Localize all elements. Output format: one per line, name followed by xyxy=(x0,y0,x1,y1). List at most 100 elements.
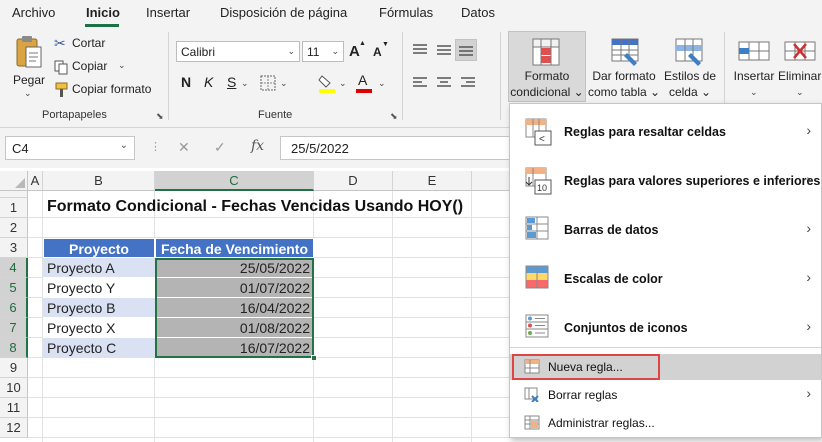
copy-chevron-icon[interactable]: ⌄ xyxy=(118,60,126,71)
menu-item-color-scales[interactable]: Escalas de color › xyxy=(510,255,821,302)
clipboard-group-label: Portapapeles xyxy=(42,109,107,121)
copy-button[interactable]: Copiar ⌄ xyxy=(54,59,134,77)
tab-datos[interactable]: Datos xyxy=(461,5,495,20)
menu-item-top-bottom-rules[interactable]: 10 Reglas para valores superiores e infe… xyxy=(510,157,821,204)
fill-handle[interactable] xyxy=(311,355,317,361)
column-header-c[interactable]: C xyxy=(155,171,314,191)
row-header-10[interactable]: 10 xyxy=(0,378,28,398)
insert-function-icon[interactable]: fx xyxy=(251,138,264,154)
align-right-icon[interactable] xyxy=(460,76,476,90)
conditional-formatting-menu: < Reglas para resaltar celdas › 10 Regla… xyxy=(509,103,822,438)
row-header-4[interactable]: 4 xyxy=(0,258,28,278)
format-as-table-button[interactable]: Dar formato como tabla ⌄ xyxy=(588,32,660,102)
align-bottom-button[interactable] xyxy=(455,39,477,61)
underline-button[interactable]: S xyxy=(227,74,236,90)
insert-cells-button[interactable]: Insertar ⌄ xyxy=(730,32,778,102)
clipboard-launcher-icon[interactable]: ⬊ xyxy=(156,111,164,122)
row-header-12[interactable]: 12 xyxy=(0,418,28,438)
menu-item-clear-rules[interactable]: Borrar reglas › xyxy=(510,382,821,408)
tab-archivo[interactable]: Archivo xyxy=(12,5,55,20)
table-header-due-date[interactable]: Fecha de Vencimiento xyxy=(155,238,314,258)
row-header-5[interactable]: 5 xyxy=(0,278,28,298)
align-middle-icon[interactable] xyxy=(436,43,452,57)
table-cell-project[interactable]: Proyecto B xyxy=(43,298,155,318)
borders-icon[interactable] xyxy=(260,75,276,91)
menu-item-icon-sets-label: Conjuntos de iconos xyxy=(564,321,688,335)
align-top-icon[interactable] xyxy=(412,43,428,57)
column-header-e[interactable]: E xyxy=(393,171,472,191)
table-cell-project[interactable]: Proyecto X xyxy=(43,318,155,338)
row-header-2[interactable]: 2 xyxy=(0,218,28,238)
bold-button[interactable]: N xyxy=(181,74,191,90)
select-all-corner[interactable] xyxy=(0,171,28,191)
row-header-8[interactable]: 8 xyxy=(0,338,28,358)
menu-item-color-scales-label: Escalas de color xyxy=(564,272,663,286)
cell-styles-label-2: celda ⌄ xyxy=(668,85,712,99)
row-header-3[interactable]: 3 xyxy=(0,238,28,258)
row-header-7[interactable]: 7 xyxy=(0,318,28,338)
align-left-icon[interactable] xyxy=(412,76,428,90)
font-name-chevron-icon: ⌄ xyxy=(287,46,295,56)
conditional-formatting-label-2: condicional ⌄ xyxy=(510,85,584,99)
menu-item-manage-rules-label: Administrar reglas... xyxy=(548,416,655,430)
menu-item-highlight-cells-rules[interactable]: < Reglas para resaltar celdas › xyxy=(510,108,821,155)
format-as-table-icon xyxy=(611,38,639,66)
delete-cells-button[interactable]: Eliminar ⌄ xyxy=(778,32,822,102)
shrink-font-button[interactable]: A xyxy=(373,45,382,59)
copy-label: Copiar xyxy=(72,59,108,73)
menu-item-data-bars[interactable]: Barras de datos › xyxy=(510,206,821,253)
underline-chevron-icon[interactable]: ⌄ xyxy=(241,78,249,89)
tab-insertar[interactable]: Insertar xyxy=(146,5,190,20)
icon-sets-icon xyxy=(525,314,549,338)
font-color-bar xyxy=(356,89,372,93)
font-name-value: Calibri xyxy=(181,45,216,59)
cell-styles-button[interactable]: Estilos de celda ⌄ xyxy=(660,32,720,102)
table-cell-project[interactable]: Proyecto A xyxy=(43,258,155,278)
paste-button[interactable]: Pegar ⌄ xyxy=(8,32,48,98)
sheet-title: Formato Condicional - Fechas Vencidas Us… xyxy=(47,198,464,215)
cut-button[interactable]: ✂ Cortar xyxy=(54,35,114,54)
active-tab-indicator xyxy=(85,24,119,27)
format-painter-button[interactable]: Copiar formato xyxy=(54,82,158,100)
font-size-select[interactable]: 11 ⌄ xyxy=(302,41,344,62)
column-header-f[interactable] xyxy=(472,171,509,191)
callout-highlight-box xyxy=(512,354,660,380)
table-cell-project[interactable]: Proyecto Y xyxy=(43,278,155,298)
cut-label: Cortar xyxy=(72,36,106,50)
delete-cells-icon xyxy=(784,41,816,61)
column-header-a[interactable]: A xyxy=(28,171,43,191)
italic-button[interactable]: K xyxy=(204,74,213,90)
row-header-spacer xyxy=(0,191,28,198)
tab-disposicion-de-pagina[interactable]: Disposición de página xyxy=(220,5,347,20)
fill-color-icon[interactable] xyxy=(318,73,336,93)
cancel-icon[interactable]: ✕ xyxy=(178,139,190,156)
ribbon-separator xyxy=(500,32,501,120)
enter-icon[interactable]: ✓ xyxy=(214,139,226,156)
row-header-9[interactable]: 9 xyxy=(0,358,28,378)
align-center-icon[interactable] xyxy=(436,76,452,90)
submenu-arrow-icon: › xyxy=(806,220,811,236)
column-header-b[interactable]: B xyxy=(43,171,155,191)
menu-item-manage-rules[interactable]: Administrar reglas... xyxy=(510,410,821,436)
font-color-button[interactable]: A xyxy=(358,72,367,88)
name-box-value: C4 xyxy=(12,141,29,156)
font-launcher-icon[interactable]: ⬊ xyxy=(390,111,398,122)
row-header-11[interactable]: 11 xyxy=(0,398,28,418)
submenu-arrow-icon: › xyxy=(806,122,811,138)
row-header-1[interactable]: 1 xyxy=(0,198,28,218)
menu-bar: Archivo Inicio Insertar Disposición de p… xyxy=(0,0,822,28)
font-name-select[interactable]: Calibri ⌄ xyxy=(176,41,300,62)
tab-inicio[interactable]: Inicio xyxy=(86,5,120,20)
borders-chevron-icon[interactable]: ⌄ xyxy=(280,78,288,89)
menu-item-icon-sets[interactable]: Conjuntos de iconos › xyxy=(510,304,821,351)
table-header-project[interactable]: Proyecto xyxy=(43,238,155,258)
row-header-6[interactable]: 6 xyxy=(0,298,28,318)
name-box[interactable]: C4 ⌄ xyxy=(5,136,135,160)
table-cell-project[interactable]: Proyecto C xyxy=(43,338,155,358)
font-size-chevron-icon: ⌄ xyxy=(331,46,339,56)
fill-color-chevron-icon[interactable]: ⌄ xyxy=(339,78,347,89)
name-box-chevron-icon: ⌄ xyxy=(119,140,128,151)
tab-formulas[interactable]: Fórmulas xyxy=(379,5,433,20)
column-header-d[interactable]: D xyxy=(314,171,393,191)
font-color-chevron-icon[interactable]: ⌄ xyxy=(378,78,386,89)
